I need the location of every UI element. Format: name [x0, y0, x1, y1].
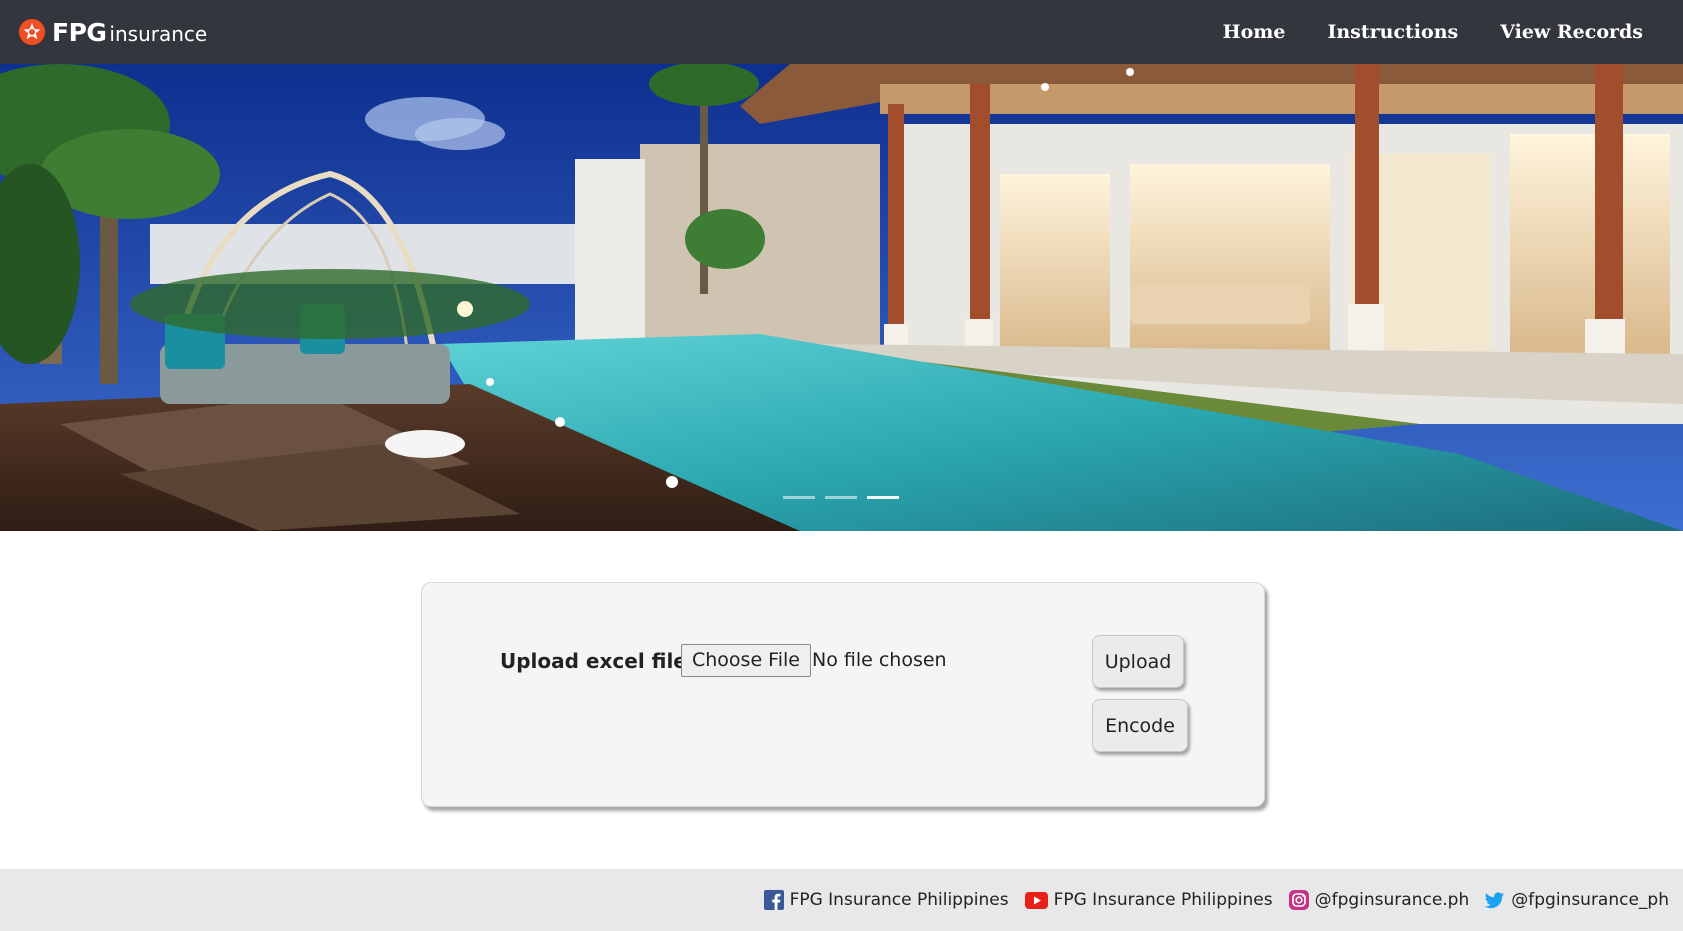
hero-villa-image — [0, 64, 1683, 531]
social-links: FPG Insurance Philippines FPG Insurance … — [748, 890, 1669, 910]
carousel-indicator-3[interactable] — [867, 496, 899, 499]
footer: FPG Insurance Philippines FPG Insurance … — [0, 869, 1683, 931]
instagram-icon — [1288, 890, 1309, 910]
carousel-indicators — [783, 496, 899, 499]
fpg-logo[interactable]: FPG insurance — [18, 16, 207, 48]
twitter-link-label: @fpginsurance_ph — [1511, 890, 1669, 910]
upload-card: Upload excel file Choose File No file ch… — [421, 582, 1265, 807]
facebook-link[interactable]: FPG Insurance Philippines — [763, 890, 1009, 910]
nav-home-link[interactable]: Home — [1223, 21, 1286, 43]
top-navbar: FPG insurance Home Instructions View Rec… — [0, 0, 1683, 64]
instagram-link[interactable]: @fpginsurance.ph — [1288, 890, 1470, 910]
nav-links: Home Instructions View Records — [1181, 0, 1643, 64]
youtube-link-label: FPG Insurance Philippines — [1053, 890, 1273, 910]
youtube-link[interactable]: FPG Insurance Philippines — [1024, 890, 1273, 910]
twitter-link[interactable]: @fpginsurance_ph — [1485, 890, 1669, 910]
logo-sub-text: insurance — [109, 22, 208, 46]
facebook-link-label: FPG Insurance Philippines — [789, 890, 1009, 910]
file-status-text: No file chosen — [812, 649, 947, 671]
carousel-indicator-1[interactable] — [783, 496, 815, 499]
carousel-indicator-2[interactable] — [825, 496, 857, 499]
hero-carousel — [0, 64, 1683, 531]
logo-brand-text: FPG — [52, 17, 107, 47]
instagram-link-label: @fpginsurance.ph — [1314, 890, 1470, 910]
twitter-icon — [1485, 892, 1505, 909]
fpg-logo-icon — [19, 19, 45, 45]
upload-excel-label: Upload excel file — [500, 649, 687, 673]
nav-view-records-link[interactable]: View Records — [1500, 21, 1643, 43]
upload-button[interactable]: Upload — [1092, 635, 1184, 688]
nav-instructions-link[interactable]: Instructions — [1327, 21, 1458, 43]
youtube-icon — [1024, 891, 1048, 909]
facebook-icon — [763, 890, 784, 910]
encode-button[interactable]: Encode — [1092, 699, 1188, 752]
choose-file-button[interactable]: Choose File — [681, 644, 811, 677]
